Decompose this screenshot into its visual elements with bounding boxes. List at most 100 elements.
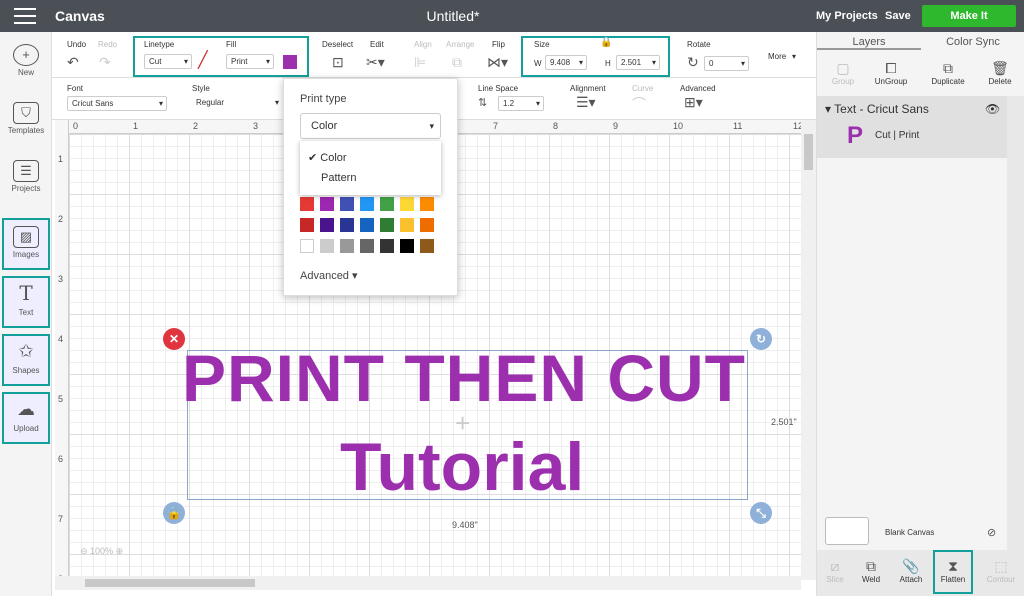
- make-it-button[interactable]: Make It: [922, 5, 1016, 27]
- font-select[interactable]: Cricut Sans: [67, 96, 167, 111]
- save-link[interactable]: Save: [885, 10, 911, 22]
- hidden-eye-icon[interactable]: ⊘: [987, 526, 996, 539]
- delete-handle-icon[interactable]: ✕: [163, 328, 185, 350]
- advanced-icon[interactable]: ⊞▾: [684, 94, 703, 111]
- align-label: Align: [414, 40, 432, 49]
- color-swatch[interactable]: [380, 239, 394, 253]
- lock-handle-icon[interactable]: 🔒: [163, 502, 185, 524]
- chevron-down-icon[interactable]: ▾: [792, 52, 796, 61]
- linetype-color-icon[interactable]: ╱: [198, 53, 214, 70]
- style-select[interactable]: Regular: [192, 96, 282, 111]
- color-swatch[interactable]: [300, 239, 314, 253]
- duplicate-button[interactable]: ⧉ Duplicate: [922, 60, 974, 86]
- deselect-icon[interactable]: ⊡: [332, 54, 344, 71]
- projects-icon: ☰: [13, 160, 39, 182]
- ruler-tick: 10: [673, 121, 684, 131]
- color-swatch-grid: [300, 197, 445, 259]
- align-icon[interactable]: ⊫: [414, 54, 426, 71]
- layer-group-title: ▾ Text - Cricut Sans: [825, 102, 929, 116]
- color-swatch[interactable]: [360, 239, 374, 253]
- color-swatch[interactable]: [320, 239, 334, 253]
- text-line-2[interactable]: Tutorial: [340, 428, 584, 506]
- sidebar-item-new[interactable]: + New: [2, 38, 50, 90]
- menu-item-pattern[interactable]: Pattern: [321, 172, 356, 184]
- color-swatch[interactable]: [420, 239, 434, 253]
- project-title[interactable]: Untitled*: [0, 8, 906, 24]
- scroll-thumb[interactable]: [804, 134, 813, 170]
- ungroup-button[interactable]: ⧠ UnGroup: [865, 60, 917, 86]
- color-swatch[interactable]: [340, 218, 354, 232]
- bottom-actions: ⧄ Slice ⧉ Weld 📎 Attach ⧗ Flatten ⬚ Contour: [817, 550, 1024, 596]
- sidebar-item-images[interactable]: ▨ Images: [2, 218, 50, 270]
- trash-icon: 🗑: [991, 60, 1009, 76]
- flip-label: Flip: [492, 40, 505, 49]
- horizontal-scrollbar[interactable]: [55, 576, 801, 590]
- flip-icon[interactable]: ⋈▾: [487, 54, 508, 71]
- redo-icon[interactable]: ↷: [99, 54, 111, 71]
- advanced-toggle[interactable]: Advanced ▾: [300, 269, 358, 282]
- layer-group[interactable]: ▾ Text - Cricut Sans 👁 P Cut | Print: [817, 96, 1007, 158]
- tab-layers[interactable]: Layers: [817, 36, 921, 50]
- color-swatch[interactable]: [320, 218, 334, 232]
- color-swatch[interactable]: [300, 197, 314, 211]
- color-swatch[interactable]: [340, 239, 354, 253]
- sidebar-item-shapes[interactable]: ✩ Shapes: [2, 334, 50, 386]
- ruler-tick: 3: [253, 121, 259, 131]
- tab-color-sync[interactable]: Color Sync: [921, 36, 1024, 48]
- color-swatch[interactable]: [420, 218, 434, 232]
- color-swatch[interactable]: [400, 218, 414, 232]
- rotate-input[interactable]: 0: [704, 56, 749, 71]
- color-swatch[interactable]: [340, 197, 354, 211]
- eye-icon[interactable]: 👁: [985, 102, 1000, 116]
- sidebar-item-projects[interactable]: ☰ Projects: [2, 154, 50, 206]
- rotate-handle-icon[interactable]: ↻: [750, 328, 772, 350]
- line-space-input[interactable]: 1.2: [498, 96, 544, 111]
- curve-label: Curve: [632, 84, 654, 93]
- alignment-icon[interactable]: ☰▾: [576, 94, 596, 111]
- fill-color-swatch[interactable]: [283, 55, 297, 69]
- advanced-label: Advanced: [680, 84, 716, 93]
- color-swatch[interactable]: [360, 218, 374, 232]
- color-swatch[interactable]: [380, 218, 394, 232]
- color-swatch[interactable]: [320, 197, 334, 211]
- group-button[interactable]: ▢ Group: [817, 60, 869, 86]
- undo-icon[interactable]: ↶: [67, 54, 79, 71]
- panel-scrollbar[interactable]: [1007, 96, 1024, 566]
- fill-select[interactable]: Print: [226, 54, 274, 69]
- contour-button[interactable]: ⬚ Contour: [975, 558, 1024, 584]
- linetype-select[interactable]: Cut: [144, 54, 192, 69]
- move-crosshair-icon[interactable]: +: [455, 410, 481, 438]
- style-label: Style: [192, 84, 210, 93]
- menu-item-color[interactable]: ✔ Color: [308, 151, 347, 164]
- scissors-icon[interactable]: ✂▾: [366, 54, 385, 71]
- ruler-left: 12345678: [55, 120, 69, 584]
- color-swatch[interactable]: [300, 218, 314, 232]
- scroll-thumb[interactable]: [85, 579, 255, 587]
- lock-icon[interactable]: 🔒: [600, 37, 612, 48]
- print-type-menu: ✔ Color Pattern: [300, 141, 441, 195]
- print-type-select[interactable]: Color ▾: [300, 113, 441, 139]
- curve-icon[interactable]: ⌒: [632, 94, 646, 114]
- blank-canvas-swatch[interactable]: [825, 517, 869, 545]
- arrange-icon[interactable]: ⧉: [452, 54, 462, 71]
- delete-button[interactable]: 🗑 Delete: [974, 60, 1024, 86]
- attach-button[interactable]: 📎 Attach: [885, 558, 937, 584]
- zoom-control[interactable]: ⊖ 100% ⊕: [80, 546, 123, 557]
- vertical-scrollbar[interactable]: [801, 120, 816, 580]
- line-space-icon: ⇅: [478, 97, 488, 109]
- sidebar-item-templates[interactable]: ⛉ Templates: [2, 96, 50, 148]
- color-swatch[interactable]: [420, 197, 434, 211]
- sidebar-item-upload[interactable]: ☁ Upload: [2, 392, 50, 444]
- my-projects-link[interactable]: My Projects: [816, 10, 878, 22]
- color-swatch[interactable]: [400, 239, 414, 253]
- resize-handle-icon[interactable]: ⤡: [750, 502, 772, 524]
- flatten-button[interactable]: ⧗ Flatten: [933, 550, 973, 594]
- height-input[interactable]: 2.501: [616, 55, 660, 70]
- width-input[interactable]: 9.408: [545, 55, 587, 70]
- color-swatch[interactable]: [400, 197, 414, 211]
- text-line-1[interactable]: PRINT THEN CUT: [182, 340, 746, 416]
- color-swatch[interactable]: [360, 197, 374, 211]
- color-swatch[interactable]: [380, 197, 394, 211]
- sidebar-item-text[interactable]: T Text: [2, 276, 50, 328]
- more-menu[interactable]: More: [768, 52, 786, 61]
